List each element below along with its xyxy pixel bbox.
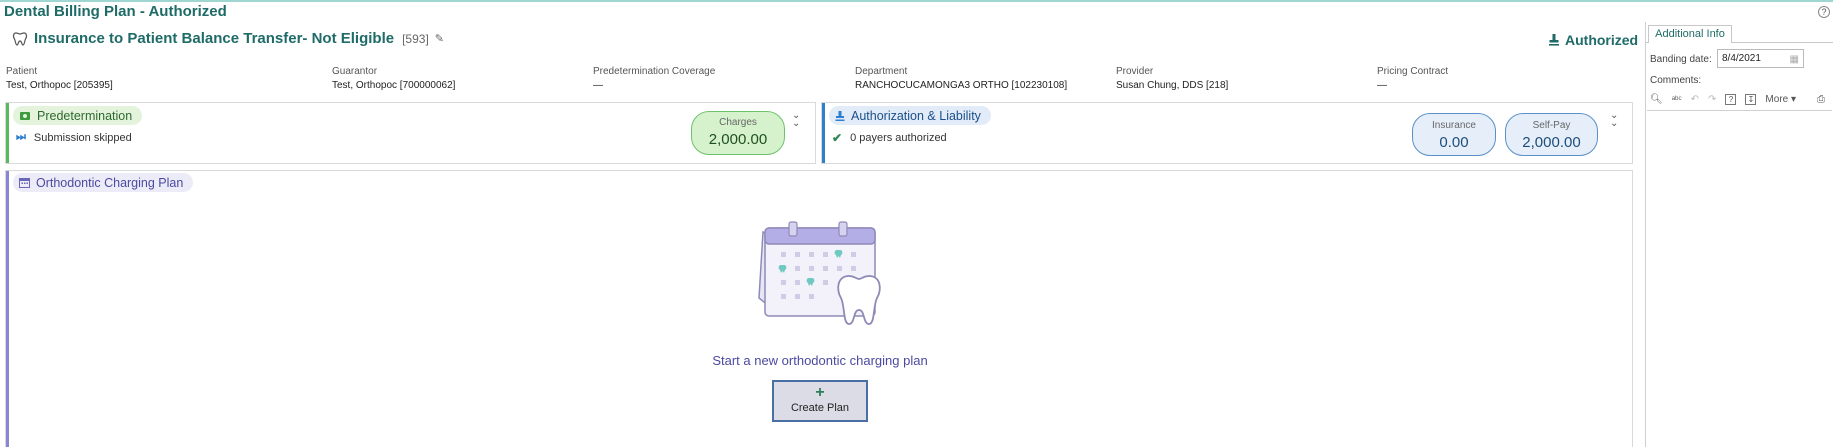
selfpay-value: 2,000.00 — [1522, 134, 1581, 151]
app-title: Dental Billing Plan - Authorized — [4, 3, 227, 20]
skip-icon: ⏭ — [16, 131, 26, 143]
charges-value: 2,000.00 — [708, 131, 768, 148]
predetermination-coverage-label: Predetermination Coverage — [593, 66, 716, 77]
check-icon: ✔ — [832, 131, 843, 145]
provider-value: Susan Chung, DDS [218] — [1116, 80, 1229, 91]
stamp-icon — [835, 110, 845, 121]
ortho-accent-bar — [6, 171, 9, 447]
plan-header: Insurance to Patient Balance Transfer- N… — [12, 30, 444, 47]
edit-pencil-icon[interactable]: ✎ — [435, 32, 444, 45]
selfpay-label: Self-Pay — [1532, 120, 1571, 131]
predetermination-accent-bar — [6, 103, 9, 163]
additional-info-panel: Additional Info Banding date: 8/4/2021 ▦… — [1645, 22, 1833, 447]
insurance-value: 0.00 — [1439, 134, 1469, 151]
guarantor-info: Guarantor Test, Orthopoc [700000062] — [332, 66, 455, 91]
pricing-contract-value: — — [1377, 80, 1387, 91]
plan-name: Insurance to Patient Balance Transfer- N… — [34, 30, 395, 47]
authorization-accent-bar — [822, 103, 825, 163]
search-zoom-icon[interactable]: 🔍︎ — [1650, 94, 1663, 105]
insurance-label: Insurance — [1432, 120, 1476, 131]
patient-label: Patient — [6, 66, 38, 77]
predetermination-status: ⏭ Submission skipped — [16, 131, 132, 144]
predetermination-title: Predetermination — [37, 108, 133, 123]
banding-date-value: 8/4/2021 — [1722, 53, 1761, 64]
provider-info: Provider Susan Chung, DDS [218] — [1116, 66, 1228, 91]
authorization-title: Authorization & Liability — [851, 108, 981, 123]
department-value: RANCHOCUCAMONGA3 ORTHO [102230108] — [855, 80, 1068, 91]
plan-id: [593] — [402, 31, 429, 46]
title-bar: Dental Billing Plan - Authorized ? — [0, 0, 1833, 22]
predetermination-card: Predetermination ⏭ Submission skipped Ch… — [5, 102, 816, 164]
authorization-header[interactable]: Authorization & Liability — [829, 106, 991, 125]
calendar-picker-icon[interactable]: ▦ — [1790, 51, 1799, 68]
patient-value: Test, Orthopoc [205395] — [6, 80, 113, 91]
print-icon[interactable]: ⎙ — [1817, 94, 1825, 105]
main-panel: Insurance to Patient Balance Transfer- N… — [0, 22, 1645, 447]
tooth-icon — [12, 31, 28, 46]
undo-icon[interactable]: ↶ — [1691, 94, 1699, 105]
pricing-contract-info: Pricing Contract — — [1377, 66, 1448, 91]
insert-icon[interactable]: ↧ — [1745, 93, 1757, 105]
predetermination-header[interactable]: Predetermination — [13, 106, 143, 125]
comments-label: Comments: — [1650, 75, 1702, 86]
ortho-header[interactable]: Orthodontic Charging Plan — [13, 173, 194, 192]
tab-additional-info[interactable]: Additional Info — [1648, 25, 1732, 43]
authorized-label: Authorized — [1565, 32, 1639, 48]
redo-icon[interactable]: ↷ — [1708, 94, 1716, 105]
authorized-status: Authorized — [1548, 32, 1638, 48]
expand-authorization-icon[interactable]: ⌄ ⌄ — [1610, 111, 1618, 129]
authorization-status: ✔ 0 payers authorized — [832, 131, 947, 145]
charges-label: Charges — [719, 117, 757, 128]
department-label: Department — [855, 66, 908, 77]
expand-predetermination-icon[interactable]: ⌄ ⌄ — [792, 111, 800, 129]
department-info: Department RANCHOCUCAMONGA3 ORTHO [10223… — [855, 66, 1067, 91]
provider-label: Provider — [1116, 66, 1154, 77]
comments-textarea[interactable] — [1647, 110, 1832, 447]
create-plan-label: Create Plan — [790, 402, 850, 414]
plus-icon: + — [815, 384, 825, 401]
help-icon[interactable]: ? — [1818, 6, 1830, 18]
help-box-icon[interactable]: ? — [1725, 93, 1737, 105]
calendar-tooth-illustration — [758, 221, 881, 325]
money-icon — [20, 111, 30, 120]
predetermination-status-text: Submission skipped — [33, 131, 132, 144]
ortho-title: Orthodontic Charging Plan — [36, 175, 184, 190]
charges-bubble: Charges 2,000.00 — [691, 111, 785, 155]
patient-info-row: Patient Test, Orthopoc [205395] Guaranto… — [0, 66, 1645, 96]
spellcheck-icon[interactable]: ᵃᵇᶜ — [1672, 94, 1682, 104]
stamp-icon — [1549, 34, 1559, 46]
banding-date-label: Banding date: — [1650, 54, 1712, 65]
predetermination-coverage-info: Predetermination Coverage — — [593, 66, 715, 91]
predetermination-coverage-value: — — [593, 80, 603, 91]
comments-toolbar: 🔍︎ ᵃᵇᶜ ↶ ↷ ? ↧ More ▾ ⎙ — [1650, 91, 1833, 107]
guarantor-value: Test, Orthopoc [700000062] — [332, 80, 456, 91]
selfpay-bubble: Self-Pay 2,000.00 — [1505, 113, 1598, 156]
orthodontic-plan-section: Orthodontic Charging Plan Start a new or… — [5, 170, 1633, 447]
authorization-card: Authorization & Liability ✔ 0 payers aut… — [821, 102, 1633, 164]
authorization-status-text: 0 payers authorized — [850, 132, 947, 144]
more-menu[interactable]: More ▾ — [1765, 94, 1796, 105]
empty-plan-message: Start a new orthodontic charging plan — [712, 353, 928, 368]
patient-info: Patient Test, Orthopoc [205395] — [6, 66, 113, 91]
guarantor-label: Guarantor — [332, 66, 378, 77]
calendar-icon — [19, 178, 30, 188]
banding-date-input[interactable]: 8/4/2021 ▦ — [1717, 49, 1804, 68]
more-label: More — [1765, 93, 1789, 105]
pricing-contract-label: Pricing Contract — [1377, 66, 1449, 77]
insurance-bubble: Insurance 0.00 — [1412, 113, 1496, 156]
create-plan-button[interactable]: + Create Plan — [772, 380, 868, 422]
